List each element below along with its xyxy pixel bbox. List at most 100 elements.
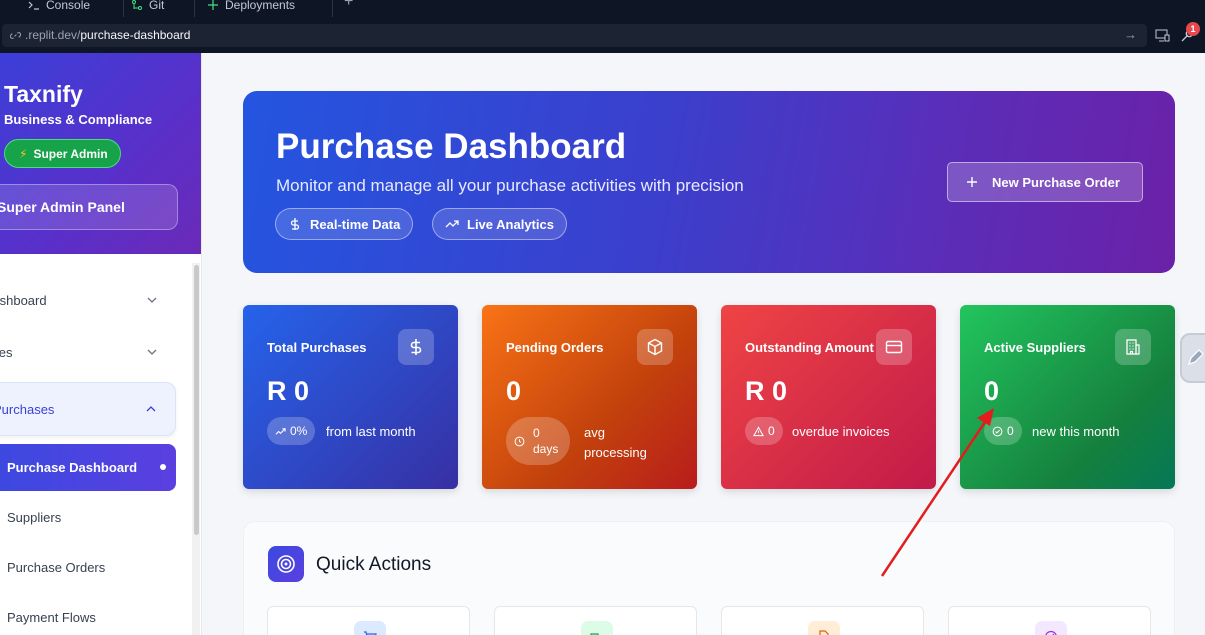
link-icon: [10, 31, 21, 39]
sidebar-item-label: Purchase Dashboard: [7, 460, 138, 475]
tab-git-label: Git: [149, 0, 165, 12]
stat-note: avg processing: [584, 423, 647, 463]
stat-value: R 0: [267, 376, 310, 406]
url-bar: .replit.dev/purchase-dashboard →: [0, 17, 1205, 53]
devices-icon[interactable]: [1155, 28, 1170, 43]
browser-tab-bar: Console Git Deployments +: [0, 0, 1205, 17]
total-purchases-card[interactable]: Total Purchases R 0 0% from last month: [243, 305, 458, 489]
credit-card-icon: [876, 329, 912, 365]
active-indicator-dot: [160, 464, 166, 470]
stat-days-value: 0: [533, 426, 540, 440]
new-purchase-order-button[interactable]: New Purchase Order: [947, 162, 1143, 202]
live-analytics-chip: Live Analytics: [432, 208, 567, 240]
super-admin-panel-label: Super Admin Panel: [0, 199, 125, 215]
tab-console[interactable]: Console: [28, 0, 90, 16]
brand-subtitle: Business & Compliance: [4, 112, 153, 127]
url-path: purchase-dashboard: [80, 28, 191, 42]
tab-deployments[interactable]: Deployments: [207, 0, 295, 16]
sidebar-item-purchase-orders[interactable]: Purchase Orders: [7, 560, 105, 575]
package-icon: [637, 329, 673, 365]
sidebar-header: Taxnify Business & Compliance ⚡ Super Ad…: [0, 53, 201, 254]
stat-label: Total Purchases: [267, 340, 367, 355]
pending-orders-card[interactable]: Pending Orders 0 0 days avg processing: [482, 305, 697, 489]
sidebar-item-sales[interactable]: Sales: [0, 342, 160, 362]
url-domain: .replit.dev/: [25, 28, 81, 42]
lightning-icon: ⚡: [19, 146, 28, 161]
file-text-icon: [808, 621, 840, 635]
stat-label: Pending Orders: [506, 340, 604, 355]
realtime-data-chip: Real-time Data: [275, 208, 414, 240]
tab-divider: [194, 0, 195, 17]
stat-value: 0: [506, 376, 522, 406]
trending-up-icon: [275, 427, 286, 435]
sidebar-item-label: Purchases: [0, 402, 55, 417]
active-suppliers-card[interactable]: Active Suppliers 0 0 new this month: [960, 305, 1175, 489]
sidebar-item-label: Sales: [0, 344, 13, 360]
sidebar-item-suppliers[interactable]: Suppliers: [7, 510, 61, 525]
stat-note: new this month: [1032, 424, 1120, 439]
page-title: Purchase Dashboard: [276, 127, 627, 166]
stat-new-value: 0: [1007, 424, 1014, 438]
sidebar-item-dashboard[interactable]: Dashboard: [0, 290, 163, 310]
dollar-icon: [398, 329, 434, 365]
clock-icon: [514, 436, 525, 446]
shopping-cart-icon: [354, 621, 386, 635]
tab-divider: [123, 0, 124, 17]
quick-action-card[interactable]: [267, 606, 470, 635]
notification-badge: 1: [1186, 22, 1200, 36]
stat-value: 0: [984, 376, 1000, 406]
target-icon: [268, 546, 304, 582]
tab-git[interactable]: Git: [131, 0, 164, 16]
sidebar-item-purchases[interactable]: Purchases: [0, 382, 176, 436]
pencil-icon: [1188, 349, 1204, 365]
new-purchase-order-label: New Purchase Order: [992, 174, 1120, 190]
deployments-icon: [208, 0, 218, 10]
add-tab-icon[interactable]: +: [344, 0, 353, 11]
building-icon: [1115, 329, 1151, 365]
stat-note-line: avg: [584, 425, 605, 440]
stat-change-pill: 0%: [267, 417, 316, 445]
quick-action-card[interactable]: [948, 606, 1151, 635]
gauge-icon: [1035, 621, 1067, 635]
quick-action-card[interactable]: [721, 606, 924, 635]
stat-note-line: processing: [584, 445, 647, 460]
stat-label: Active Suppliers: [984, 340, 1086, 355]
terminal-icon: [28, 1, 39, 10]
stat-overdue-value: 0: [768, 424, 775, 438]
quick-action-card[interactable]: [494, 606, 697, 635]
tab-deployments-label: Deployments: [225, 0, 296, 12]
url-field[interactable]: .replit.dev/purchase-dashboard →: [2, 24, 1147, 47]
dollar-icon: [290, 218, 300, 230]
sidebar-item-purchase-dashboard[interactable]: Purchase Dashboard: [0, 444, 176, 491]
super-admin-panel-button[interactable]: Super Admin Panel: [0, 184, 178, 230]
sidebar: Taxnify Business & Compliance ⚡ Super Ad…: [0, 53, 202, 635]
page-subtitle: Monitor and manage all your purchase act…: [276, 176, 744, 195]
trending-up-icon: [445, 220, 459, 228]
quick-actions-section: Quick Actions: [243, 521, 1175, 635]
sidebar-item-label: Dashboard: [0, 292, 47, 308]
stat-value: R 0: [745, 376, 788, 406]
stat-new-pill: 0: [984, 417, 1022, 445]
stat-label: Outstanding Amount: [745, 340, 874, 355]
sidebar-scrollbar-thumb[interactable]: [194, 265, 199, 535]
chip-label: Live Analytics: [467, 216, 554, 232]
hero-banner: Purchase Dashboard Monitor and manage al…: [243, 91, 1175, 273]
open-external-icon[interactable]: →: [1124, 27, 1137, 42]
chevron-down-icon: [147, 349, 157, 355]
truck-icon: [581, 621, 613, 635]
stat-note: overdue invoices: [792, 424, 890, 439]
floating-edit-widget[interactable]: [1180, 333, 1205, 383]
chevron-down-icon: [147, 297, 157, 303]
stat-change-value: 0%: [290, 424, 308, 438]
sidebar-item-payment-flows[interactable]: Payment Flows: [7, 610, 96, 625]
chevron-up-icon: [146, 406, 156, 412]
tab-console-label: Console: [46, 0, 91, 12]
stat-overdue-pill: 0: [745, 417, 783, 445]
super-admin-badge: ⚡ Super Admin: [4, 139, 121, 168]
outstanding-amount-card[interactable]: Outstanding Amount R 0 0 overdue invoice…: [721, 305, 936, 489]
stat-days-unit: days: [533, 442, 559, 456]
quick-actions-title: Quick Actions: [316, 554, 432, 575]
stat-note: from last month: [326, 424, 416, 439]
git-branch-icon: [132, 0, 142, 10]
super-admin-label: Super Admin: [33, 146, 108, 161]
